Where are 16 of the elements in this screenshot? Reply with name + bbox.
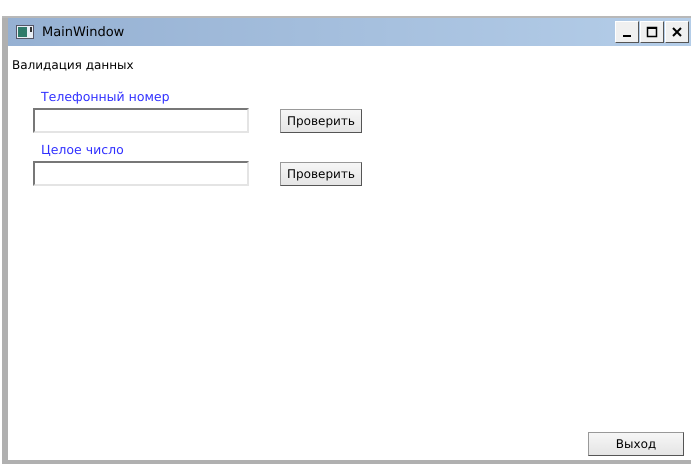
field-label: Телефонный номер xyxy=(41,89,171,104)
window-title: MainWindow xyxy=(42,24,124,40)
window-icon xyxy=(16,25,34,39)
close-icon xyxy=(671,26,683,38)
check-button[interactable]: Проверить xyxy=(280,108,362,132)
field-label: Целое число xyxy=(41,142,125,157)
input-field[interactable] xyxy=(33,161,249,186)
minimize-button[interactable] xyxy=(615,21,639,43)
heading: Валидация данных xyxy=(12,58,135,72)
maximize-button[interactable] xyxy=(640,21,664,43)
exit-button[interactable]: Выход xyxy=(588,432,684,456)
minimize-icon xyxy=(623,35,631,37)
input-field[interactable] xyxy=(33,108,249,133)
check-button[interactable]: Проверить xyxy=(280,162,362,186)
close-button[interactable] xyxy=(665,21,689,43)
maximize-icon xyxy=(646,26,658,38)
